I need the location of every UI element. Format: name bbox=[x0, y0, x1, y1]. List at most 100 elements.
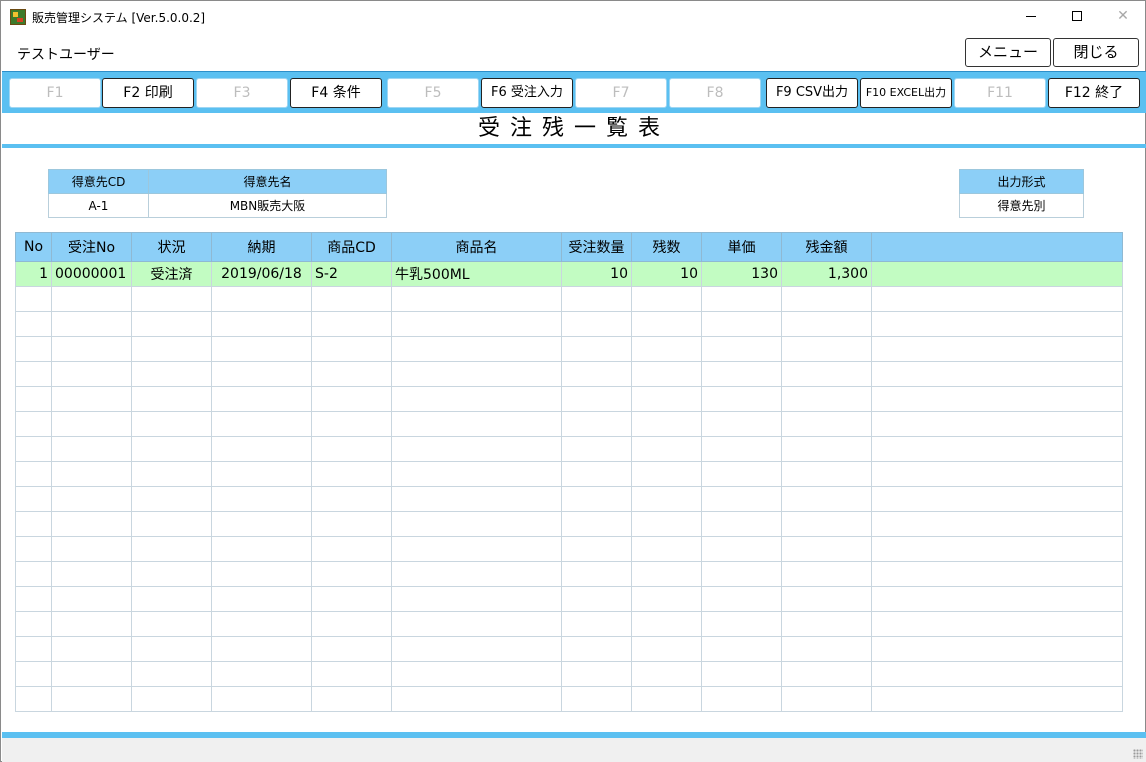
empty-cell[interactable] bbox=[781, 636, 872, 662]
empty-cell[interactable] bbox=[631, 486, 702, 512]
table-row[interactable]: 1 00000001 受注済 2019/06/18 S-2 牛乳500ML 10… bbox=[15, 261, 1123, 287]
column-header[interactable]: 商品名 bbox=[391, 232, 562, 262]
cell-filler[interactable] bbox=[871, 261, 1123, 287]
empty-cell[interactable] bbox=[701, 436, 782, 462]
empty-cell[interactable] bbox=[701, 486, 782, 512]
empty-cell[interactable] bbox=[631, 436, 702, 462]
cell-unit-price[interactable]: 130 bbox=[701, 261, 782, 287]
empty-cell[interactable] bbox=[391, 386, 562, 412]
empty-cell[interactable] bbox=[781, 461, 872, 487]
empty-cell[interactable] bbox=[211, 636, 312, 662]
empty-cell[interactable] bbox=[51, 336, 132, 362]
table-row[interactable] bbox=[15, 486, 1123, 512]
empty-cell[interactable] bbox=[781, 611, 872, 637]
empty-cell[interactable] bbox=[311, 386, 392, 412]
resize-grip-icon[interactable] bbox=[1133, 749, 1143, 759]
empty-cell[interactable] bbox=[51, 561, 132, 587]
empty-cell[interactable] bbox=[131, 386, 212, 412]
empty-cell[interactable] bbox=[131, 286, 212, 312]
f3-button[interactable]: F3 bbox=[196, 78, 288, 108]
empty-cell[interactable] bbox=[15, 386, 52, 412]
empty-cell[interactable] bbox=[631, 461, 702, 487]
table-row[interactable] bbox=[15, 286, 1123, 312]
empty-cell[interactable] bbox=[871, 561, 1123, 587]
empty-cell[interactable] bbox=[131, 411, 212, 437]
empty-cell[interactable] bbox=[311, 361, 392, 387]
empty-cell[interactable] bbox=[131, 311, 212, 337]
empty-cell[interactable] bbox=[51, 636, 132, 662]
empty-cell[interactable] bbox=[781, 361, 872, 387]
empty-cell[interactable] bbox=[15, 286, 52, 312]
empty-cell[interactable] bbox=[311, 286, 392, 312]
column-header[interactable]: 残金額 bbox=[781, 232, 872, 262]
empty-cell[interactable] bbox=[51, 486, 132, 512]
empty-cell[interactable] bbox=[781, 311, 872, 337]
table-row[interactable] bbox=[15, 386, 1123, 412]
empty-cell[interactable] bbox=[391, 636, 562, 662]
empty-cell[interactable] bbox=[391, 586, 562, 612]
column-header[interactable]: No bbox=[15, 232, 52, 262]
empty-cell[interactable] bbox=[391, 686, 562, 712]
empty-cell[interactable] bbox=[631, 661, 702, 687]
empty-cell[interactable] bbox=[15, 336, 52, 362]
empty-cell[interactable] bbox=[211, 361, 312, 387]
empty-cell[interactable] bbox=[311, 511, 392, 537]
empty-cell[interactable] bbox=[561, 636, 632, 662]
close-button[interactable]: 閉じる bbox=[1053, 38, 1139, 67]
empty-cell[interactable] bbox=[51, 461, 132, 487]
empty-cell[interactable] bbox=[51, 361, 132, 387]
f12-exit-button[interactable]: F12 終了 bbox=[1048, 78, 1140, 108]
empty-cell[interactable] bbox=[51, 411, 132, 437]
empty-cell[interactable] bbox=[391, 436, 562, 462]
table-row[interactable] bbox=[15, 561, 1123, 587]
empty-cell[interactable] bbox=[391, 486, 562, 512]
empty-cell[interactable] bbox=[871, 461, 1123, 487]
empty-cell[interactable] bbox=[131, 461, 212, 487]
empty-cell[interactable] bbox=[211, 286, 312, 312]
empty-cell[interactable] bbox=[311, 536, 392, 562]
empty-cell[interactable] bbox=[871, 436, 1123, 462]
empty-cell[interactable] bbox=[871, 511, 1123, 537]
empty-cell[interactable] bbox=[15, 486, 52, 512]
close-window-button[interactable]: ✕ bbox=[1100, 1, 1146, 32]
empty-cell[interactable] bbox=[781, 536, 872, 562]
empty-cell[interactable] bbox=[51, 661, 132, 687]
empty-cell[interactable] bbox=[51, 311, 132, 337]
empty-cell[interactable] bbox=[631, 386, 702, 412]
table-row[interactable] bbox=[15, 511, 1123, 537]
empty-cell[interactable] bbox=[391, 411, 562, 437]
empty-cell[interactable] bbox=[131, 686, 212, 712]
f2-print-button[interactable]: F2 印刷 bbox=[102, 78, 194, 108]
empty-cell[interactable] bbox=[391, 561, 562, 587]
empty-cell[interactable] bbox=[391, 361, 562, 387]
empty-cell[interactable] bbox=[311, 561, 392, 587]
empty-cell[interactable] bbox=[391, 536, 562, 562]
empty-cell[interactable] bbox=[131, 661, 212, 687]
empty-cell[interactable] bbox=[781, 511, 872, 537]
empty-cell[interactable] bbox=[631, 686, 702, 712]
cell-remaining[interactable]: 10 bbox=[631, 261, 702, 287]
table-row[interactable] bbox=[15, 411, 1123, 437]
empty-cell[interactable] bbox=[871, 611, 1123, 637]
cell-due-date[interactable]: 2019/06/18 bbox=[211, 261, 312, 287]
empty-cell[interactable] bbox=[311, 311, 392, 337]
empty-cell[interactable] bbox=[561, 611, 632, 637]
f9-csv-button[interactable]: F9 CSV出力 bbox=[766, 78, 858, 108]
empty-cell[interactable] bbox=[131, 436, 212, 462]
cell-order-qty[interactable]: 10 bbox=[561, 261, 632, 287]
empty-cell[interactable] bbox=[701, 311, 782, 337]
empty-cell[interactable] bbox=[311, 636, 392, 662]
menu-button[interactable]: メニュー bbox=[965, 38, 1051, 67]
empty-cell[interactable] bbox=[15, 636, 52, 662]
column-header[interactable]: 納期 bbox=[211, 232, 312, 262]
empty-cell[interactable] bbox=[211, 611, 312, 637]
empty-cell[interactable] bbox=[631, 336, 702, 362]
column-header[interactable]: 状況 bbox=[131, 232, 212, 262]
table-row[interactable] bbox=[15, 536, 1123, 562]
f11-button[interactable]: F11 bbox=[954, 78, 1046, 108]
empty-cell[interactable] bbox=[561, 536, 632, 562]
empty-cell[interactable] bbox=[701, 336, 782, 362]
empty-cell[interactable] bbox=[15, 586, 52, 612]
empty-cell[interactable] bbox=[391, 611, 562, 637]
empty-cell[interactable] bbox=[701, 361, 782, 387]
